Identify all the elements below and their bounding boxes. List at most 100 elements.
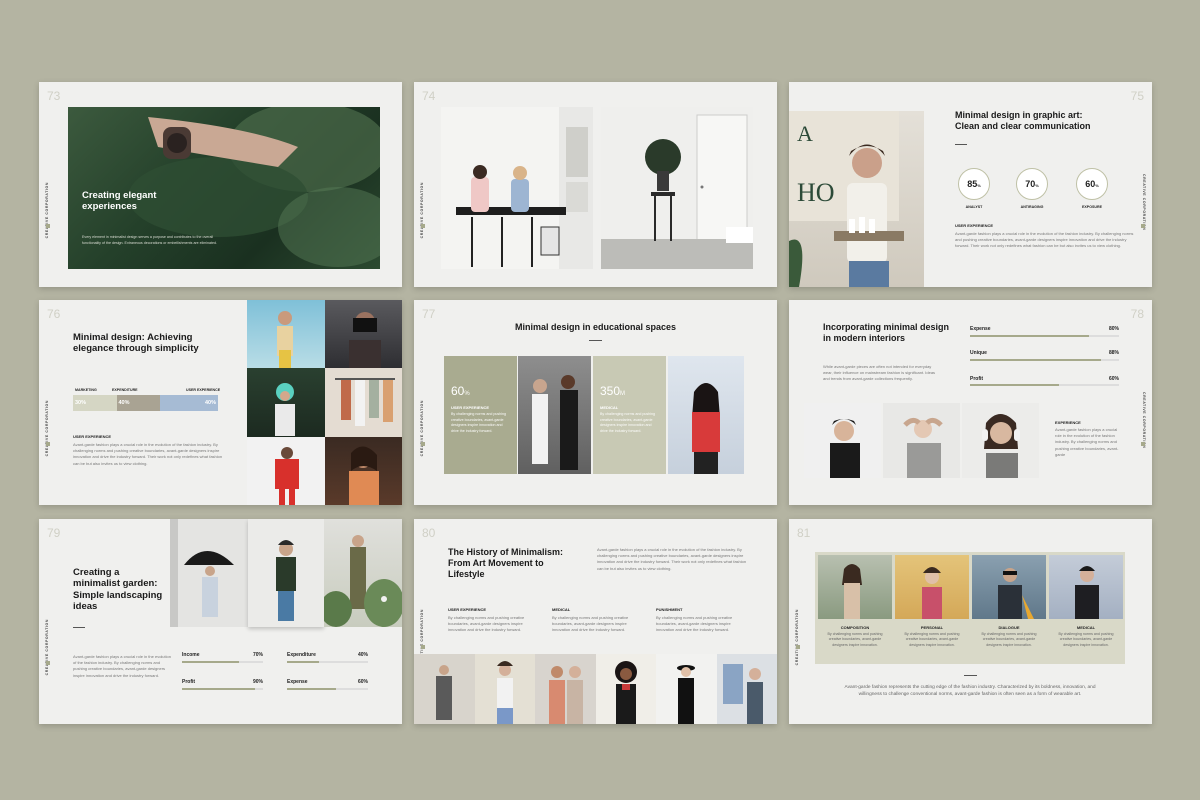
slide-body: Avant-garde fashion plays a crucial role…: [73, 442, 223, 466]
progress-track: [182, 688, 263, 690]
slide-title: The History of Minimalism: From Art Move…: [448, 547, 564, 579]
slide-number: 73: [47, 89, 61, 103]
slide-number: 76: [47, 307, 61, 321]
plant-door-photo: [601, 107, 753, 269]
card-label: MEDICAL: [1076, 625, 1096, 630]
slide-intro: Avant-garde fashion plays a crucial role…: [597, 547, 747, 571]
bar-value: 60%: [1108, 376, 1119, 382]
bar-value: 80%: [1108, 326, 1119, 332]
slide-title: Creating a minimalist garden: Simple lan…: [73, 567, 163, 613]
bar-value: 40%: [357, 652, 368, 658]
card-body: By challenging norms and pushing creativ…: [904, 632, 960, 647]
side-label: CREATIVE CORPORATION: [795, 609, 799, 666]
slide-number: 75: [1130, 89, 1144, 103]
stat-card-user-experience: 60% USER EXPERIENCE By challenging norms…: [444, 356, 517, 474]
slide-78[interactable]: 78 CREATIVE CORPORATION Incorporating mi…: [789, 300, 1152, 505]
bar-label: Profit: [970, 376, 984, 382]
card-label: DIALOGUE: [998, 625, 1020, 630]
grid-photo: [324, 368, 402, 437]
accent-square: [46, 224, 50, 228]
grid-photo: [324, 300, 402, 369]
stat-circle-analyst: 85%: [958, 168, 990, 200]
slide-number: 79: [47, 526, 61, 540]
accent-square: [46, 661, 50, 665]
side-label: CREATIVE CORPORATION: [1142, 392, 1146, 449]
slide-79[interactable]: 79 CREATIVE CORPORATION Creating a minim…: [39, 519, 402, 724]
slide-74[interactable]: 74 CREATIVE CORPORATION: [414, 82, 777, 287]
card-body: By challenging norms and pushing creativ…: [981, 632, 1037, 647]
portrait-photo: [962, 403, 1039, 478]
footer-text: Avant-garde fashion represents the cutti…: [844, 685, 1096, 698]
feature-card-dialogue: DIALOGUE By challenging norms and pushin…: [972, 555, 1046, 661]
strip-photo: [716, 654, 777, 724]
feature-card-medical: MEDICAL By challenging norms and pushing…: [1049, 555, 1123, 661]
slide-81[interactable]: 81 CREATIVE CORPORATION COMPOSITION By c…: [789, 519, 1152, 724]
card-body: By challenging norms and pushing creativ…: [600, 412, 655, 433]
umbrella-photo: [170, 519, 248, 627]
bar-value: 60%: [357, 679, 368, 685]
slide-number: 77: [422, 307, 436, 321]
progress-track: [970, 359, 1119, 361]
progress-fill: [182, 661, 239, 663]
side-label: CREATIVE CORPORATION: [45, 619, 49, 676]
title-rule: [589, 340, 602, 341]
photo-strip: [414, 654, 777, 724]
progress-fill: [970, 359, 1102, 361]
accent-square: [421, 442, 425, 446]
title-rule: [73, 627, 85, 628]
slide-73[interactable]: 73 CREATIVE CORPORATION Creating elegant…: [39, 82, 402, 287]
woman-tray-photo: A HO: [789, 111, 924, 287]
bar-label: Income: [182, 652, 200, 658]
progress-track: [287, 688, 368, 690]
card-label: MEDICAL: [600, 405, 619, 410]
bar-label: EXPENDITURE: [112, 388, 138, 392]
svg-text:A: A: [797, 121, 813, 146]
card-value: 350M: [600, 384, 626, 398]
stat-circle-antiraging: 70%: [1016, 168, 1048, 200]
portrait-photo: [883, 403, 960, 478]
portrait-photo: [804, 403, 881, 478]
cafe-photo: [441, 107, 593, 269]
sub-body: Avant-garde fashion plays a crucial role…: [1055, 427, 1119, 457]
card-photo: [818, 555, 892, 619]
progress-fill: [287, 688, 336, 690]
card-body: By challenging norms and pushing creativ…: [451, 412, 506, 433]
photo-grid: [247, 300, 402, 505]
sub-heading: EXPERIENCE: [1055, 420, 1081, 425]
slide-76[interactable]: 76 CREATIVE CORPORATION Minimal design: …: [39, 300, 402, 505]
side-label: CREATIVE CORPORATION: [1142, 174, 1146, 231]
column-body: By challenging norms and pushing creativ…: [552, 615, 629, 633]
progress-track: [287, 661, 368, 663]
card-label: PERSONAL: [920, 625, 944, 630]
card-body: By challenging norms and pushing creativ…: [1058, 632, 1114, 647]
side-label: CREATIVE CORPORATION: [45, 400, 49, 457]
progress-fill: [182, 688, 255, 690]
slide-75[interactable]: 75 CREATIVE CORPORATION A HO Minimal des…: [789, 82, 1152, 287]
bar-value: 70%: [252, 652, 263, 658]
svg-text:HO: HO: [797, 178, 835, 207]
bar-label: MARKETING: [75, 388, 97, 392]
progress-fill: [970, 335, 1090, 337]
column-label: PUNISHMENT: [656, 607, 683, 612]
accent-square: [46, 442, 50, 446]
side-label: CREATIVE CORPORATION: [420, 182, 424, 239]
accent-square: [1141, 442, 1145, 446]
footer-rule: [964, 675, 977, 676]
card-value: 60%: [451, 384, 470, 398]
bar-label: Profit: [182, 679, 196, 685]
card-photo: [895, 555, 969, 619]
strip-photo: [656, 654, 717, 724]
slide-number: 80: [422, 526, 436, 540]
slide-title: Minimal design in graphic art: Clean and…: [955, 110, 1091, 131]
progress-fill: [970, 384, 1060, 386]
bar-segment-marketing: 30%: [73, 395, 117, 411]
column-body: By challenging norms and pushing creativ…: [656, 615, 733, 633]
column-body: By challenging norms and pushing creativ…: [448, 615, 525, 633]
bar-label: Expenditure: [287, 652, 316, 658]
slide-title: Minimal design in educational spaces: [514, 322, 677, 332]
stat-circle-exposure: 60%: [1076, 168, 1108, 200]
column-label: USER EXPERIENCE: [448, 607, 487, 612]
slide-80[interactable]: 80 CREATIVE CORPORATION The History of M…: [414, 519, 777, 724]
slide-77[interactable]: 77 CREATIVE CORPORATION Minimal design i…: [414, 300, 777, 505]
slide-title: Minimal design: Achieving elegance throu…: [73, 332, 199, 355]
